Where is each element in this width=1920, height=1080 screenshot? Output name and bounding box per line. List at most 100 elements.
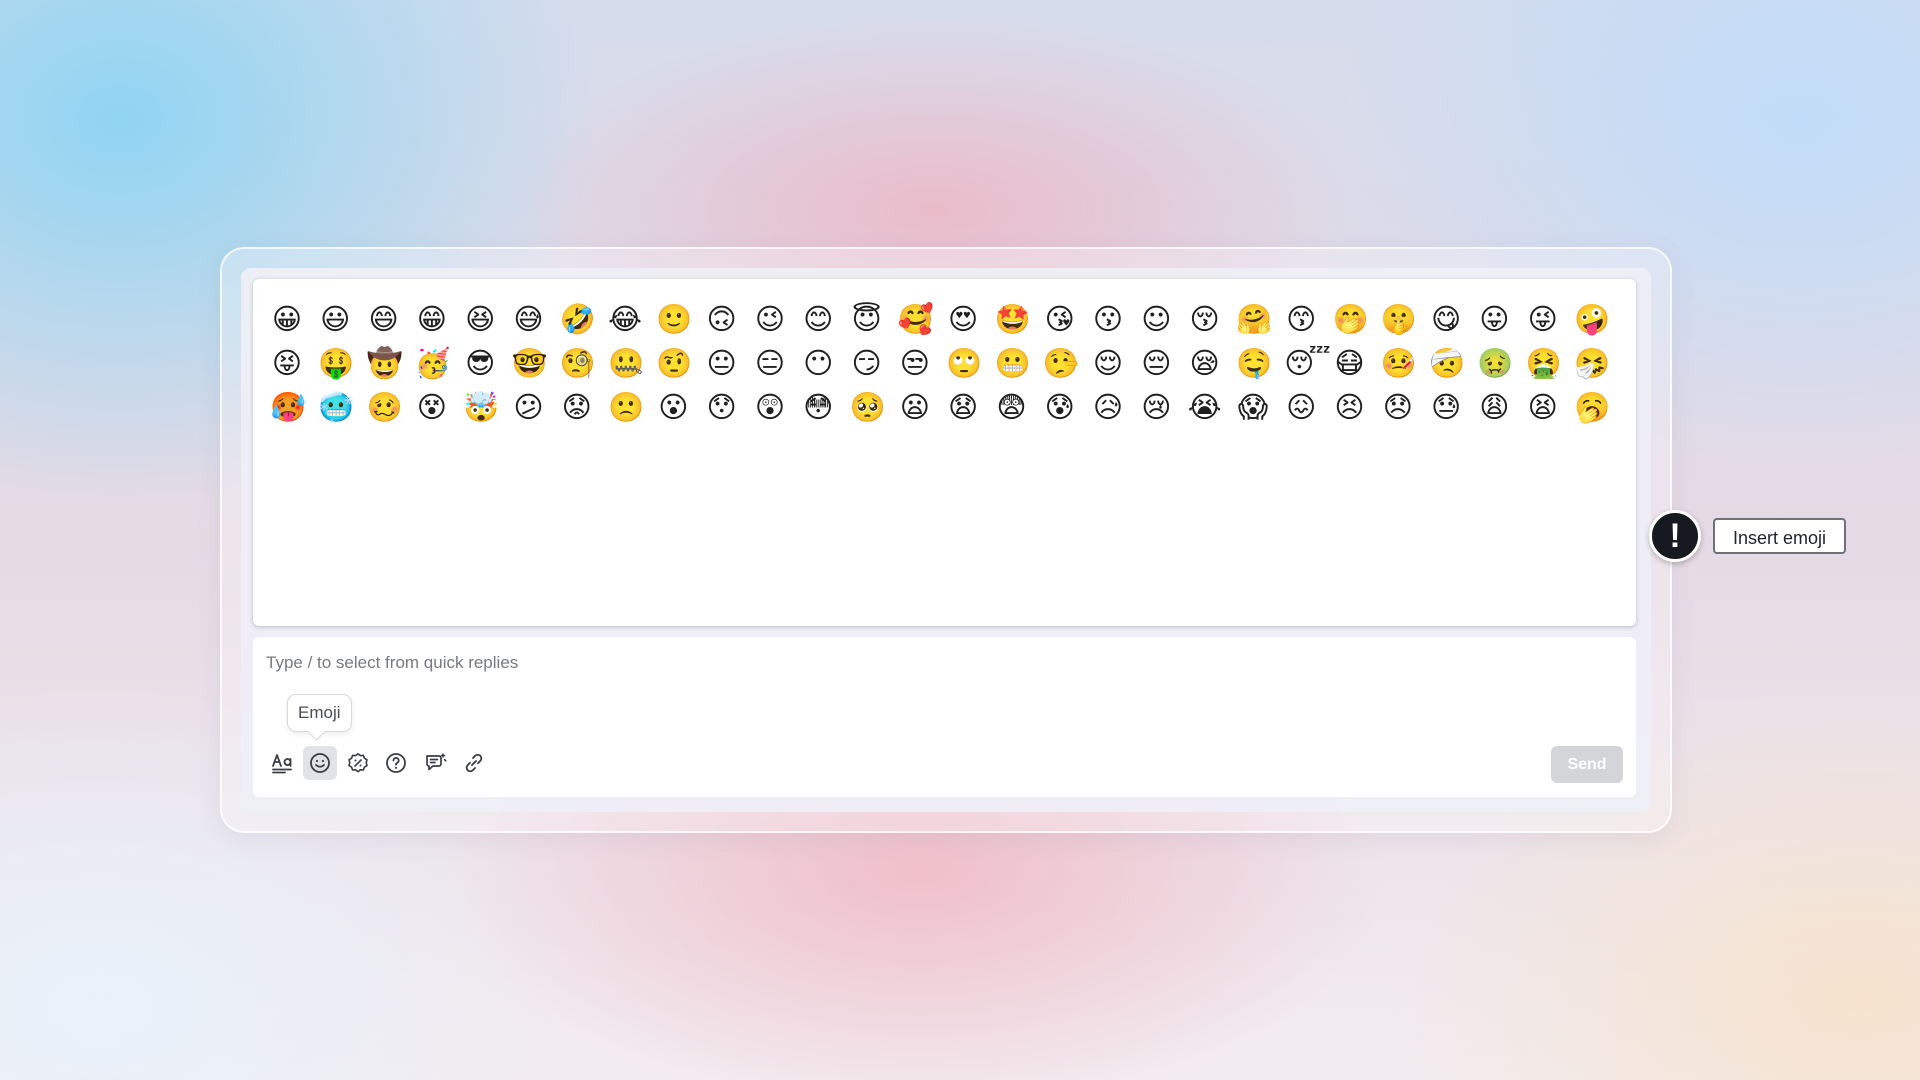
emoji-option[interactable]: 🤢 <box>1477 341 1525 385</box>
emoji-option[interactable]: 😲 <box>753 385 801 429</box>
emoji-option[interactable]: 🥺 <box>850 385 898 429</box>
emoji-option[interactable]: 😎 <box>463 341 511 385</box>
emoji-option[interactable]: 😩 <box>1477 385 1525 429</box>
emoji-option[interactable]: 😥 <box>1091 385 1139 429</box>
emoji-option[interactable]: 🧐 <box>560 341 608 385</box>
emoji-option[interactable]: 🥳 <box>415 341 463 385</box>
emoji-option[interactable]: 😬 <box>994 341 1042 385</box>
emoji-option[interactable]: 😕 <box>511 385 559 429</box>
emoji-option[interactable]: 🤤 <box>1236 341 1284 385</box>
emoji-option[interactable]: 🥱 <box>1574 385 1622 429</box>
emoji-option[interactable]: 😜 <box>1526 297 1574 341</box>
emoji-option[interactable]: 😵 <box>415 385 463 429</box>
emoji-option[interactable]: 😟 <box>560 385 608 429</box>
emoji-option[interactable]: 🥴 <box>367 385 415 429</box>
message-input[interactable] <box>266 651 1606 675</box>
emoji-option[interactable]: 🥰 <box>898 297 946 341</box>
emoji-option[interactable]: 😉 <box>753 297 801 341</box>
emoji-option[interactable]: 😭 <box>1188 385 1236 429</box>
emoji-option[interactable]: 😚 <box>1188 297 1236 341</box>
text-format-button[interactable] <box>265 746 299 780</box>
emoji-option[interactable]: 😀 <box>270 297 318 341</box>
emoji-option[interactable]: 😄 <box>367 297 415 341</box>
emoji-option[interactable]: 😗 <box>1091 297 1139 341</box>
emoji-option[interactable]: 😔 <box>1139 341 1187 385</box>
emoji-option[interactable]: 🤯 <box>463 385 511 429</box>
emoji-option[interactable]: 🤓 <box>511 341 559 385</box>
emoji-option[interactable]: 🤠 <box>367 341 415 385</box>
emoji-option[interactable]: 😛 <box>1477 297 1525 341</box>
emoji-option[interactable]: 😍 <box>946 297 994 341</box>
emoji-option[interactable]: 😌 <box>1091 341 1139 385</box>
emoji-glyph: 😆 <box>465 301 496 336</box>
emoji-option[interactable]: 😨 <box>994 385 1042 429</box>
emoji-option[interactable]: 🤨 <box>656 341 704 385</box>
emoji-glyph: 😛 <box>1479 301 1510 336</box>
emoji-option[interactable]: 🤮 <box>1526 341 1574 385</box>
help-icon <box>386 753 406 773</box>
emoji-option[interactable]: 🤒 <box>1381 341 1429 385</box>
emoji-option[interactable]: 😪 <box>1188 341 1236 385</box>
link-button[interactable] <box>457 746 491 780</box>
emoji-option[interactable]: 🙂 <box>656 297 704 341</box>
emoji-option[interactable]: 🙁 <box>608 385 656 429</box>
emoji-option[interactable]: 🤫 <box>1381 297 1429 341</box>
emoji-option[interactable]: 😱 <box>1236 385 1284 429</box>
emoji-option[interactable]: 🤑 <box>318 341 366 385</box>
emoji-option[interactable]: 😰 <box>1043 385 1091 429</box>
emoji-option[interactable]: 😆 <box>463 297 511 341</box>
emoji-option[interactable]: 😊 <box>801 297 849 341</box>
emoji-option[interactable]: 😃 <box>318 297 366 341</box>
emoji-option[interactable]: 😑 <box>753 341 801 385</box>
emoji-button[interactable] <box>303 746 337 780</box>
emoji-option[interactable]: 😅 <box>511 297 559 341</box>
emoji-option[interactable]: 😳 <box>801 385 849 429</box>
emoji-option[interactable]: 😏 <box>850 341 898 385</box>
emoji-option[interactable]: 🥶 <box>318 385 366 429</box>
emoji-option[interactable]: 😓 <box>1429 385 1477 429</box>
emoji-glyph: 🥳 <box>414 345 451 380</box>
emoji-glyph: 😓 <box>1431 389 1462 424</box>
emoji-glyph: 😜 <box>1527 301 1558 336</box>
emoji-option[interactable]: 🙃 <box>705 297 753 341</box>
emoji-option[interactable]: 😧 <box>946 385 994 429</box>
emoji-option[interactable]: 🤭 <box>1333 297 1381 341</box>
help-button[interactable] <box>379 746 413 780</box>
emoji-option[interactable]: 🤐 <box>608 341 656 385</box>
emoji-option[interactable]: 😋 <box>1429 297 1477 341</box>
emoji-option[interactable]: 😶 <box>801 341 849 385</box>
emoji-option[interactable]: 😐 <box>705 341 753 385</box>
emoji-option[interactable]: 😢 <box>1139 385 1187 429</box>
emoji-option[interactable]: 😷 <box>1333 341 1381 385</box>
emoji-option[interactable]: 🤗 <box>1236 297 1284 341</box>
emoji-option[interactable]: 😞 <box>1381 385 1429 429</box>
send-button[interactable]: Send <box>1551 746 1623 783</box>
emoji-option[interactable]: 😮 <box>656 385 704 429</box>
emoji-option[interactable]: 🤕 <box>1429 341 1477 385</box>
emoji-option[interactable]: ☺ <box>1139 297 1187 341</box>
emoji-option[interactable]: 😒 <box>898 341 946 385</box>
emoji-option[interactable]: 🙄 <box>946 341 994 385</box>
emoji-option[interactable]: 🤧 <box>1574 341 1622 385</box>
emoji-option[interactable]: 😴 <box>1284 341 1332 385</box>
emoji-row: 😝 🤑 🤠 🥳 😎 🤓 🧐 🤐 🤨 😐 😑 😶 😏 😒 🙄 😬 🤥 😌 😔 😪 🤤 😴 😷 🤒 🤕 🤢 🤮 🤧 <box>270 341 1636 385</box>
emoji-option[interactable]: 😇 <box>850 297 898 341</box>
emoji-option[interactable]: 🥵 <box>270 385 318 429</box>
emoji-option[interactable]: 😖 <box>1284 385 1332 429</box>
emoji-option[interactable]: 😂 <box>608 297 656 341</box>
emoji-option[interactable]: 😦 <box>898 385 946 429</box>
emoji-option[interactable]: 😝 <box>270 341 318 385</box>
emoji-option[interactable]: 😫 <box>1526 385 1574 429</box>
emoji-glyph: 😯 <box>706 389 737 424</box>
emoji-option[interactable]: 🤩 <box>994 297 1042 341</box>
emoji-option[interactable]: 😘 <box>1043 297 1091 341</box>
emoji-option[interactable]: 😁 <box>415 297 463 341</box>
quick-reply-button[interactable] <box>419 746 453 780</box>
emoji-option[interactable]: 🤣 <box>560 297 608 341</box>
emoji-option[interactable]: 😯 <box>705 385 753 429</box>
emoji-option[interactable]: 🤥 <box>1043 341 1091 385</box>
emoji-option[interactable]: 🤪 <box>1574 297 1622 341</box>
badge-button[interactable] <box>341 746 375 780</box>
emoji-option[interactable]: 😙 <box>1284 297 1332 341</box>
emoji-option[interactable]: 😣 <box>1333 385 1381 429</box>
